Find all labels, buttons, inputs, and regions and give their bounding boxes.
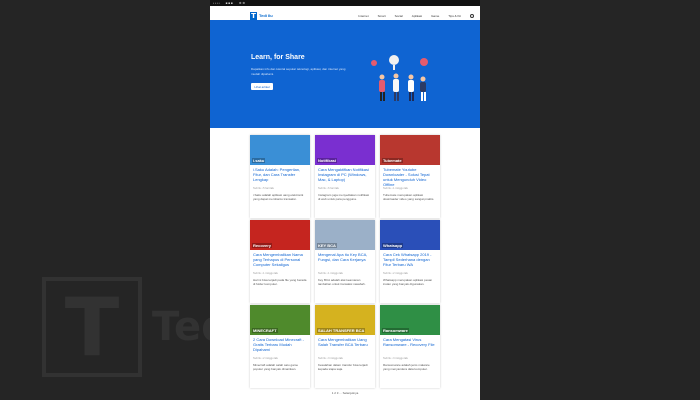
nav-item-smart[interactable]: Smart bbox=[378, 14, 386, 18]
article-title-link[interactable]: Mengenal Apa itu Key BCA, Fungsi, dan Ca… bbox=[315, 250, 375, 272]
article-card[interactable]: Tubemate Tubemate Youtube Downloader - S… bbox=[380, 135, 440, 218]
thumbnail-label: Recovery bbox=[252, 243, 273, 248]
thumbnail-label: MINECRAFT bbox=[252, 328, 278, 333]
hero-banner: Learn, for Share Dapatkan info dan tutor… bbox=[210, 20, 480, 128]
article-thumbnail[interactable]: Ransomware bbox=[380, 305, 440, 335]
nav-item-internet[interactable]: Internet bbox=[358, 14, 368, 18]
thumbnail-label: Ransomware bbox=[382, 328, 409, 333]
article-excerpt: i.Saku adalah aplikasi uang elektronik y… bbox=[253, 193, 304, 201]
status-item: • • • • bbox=[213, 1, 220, 5]
article-grid: i.saku i.Saku Adalah: Pengertian, Fitur,… bbox=[250, 135, 440, 390]
article-excerpt: Key BCA adalah alat keamanan tambahan un… bbox=[318, 278, 366, 286]
article-title-link[interactable]: Cara Mengembalikan Nama yang Terhapus di… bbox=[250, 250, 310, 272]
logo-mark-icon: T bbox=[250, 11, 257, 20]
article-title-link[interactable]: 2 Cara Download Minecraft - Gratis Terba… bbox=[250, 335, 310, 357]
article-title-link[interactable]: i.Saku Adalah: Pengertian, Fitur, dan Ca… bbox=[250, 165, 310, 187]
article-title-link[interactable]: Cara Mengaktifkan Notifikasi Instagram d… bbox=[315, 165, 375, 187]
nav-item-aplikasi[interactable]: Aplikasi bbox=[412, 14, 422, 18]
article-excerpt: Minecraft adalah salah satu game populer… bbox=[253, 363, 299, 371]
article-excerpt: Hal ini bisa terjadi pada file yang bera… bbox=[253, 278, 307, 286]
article-thumbnail[interactable]: Tubemate bbox=[380, 135, 440, 165]
thumbnail-label: Notifikasi bbox=[317, 158, 338, 163]
article-card[interactable]: i.saku i.Saku Adalah: Pengertian, Fitur,… bbox=[250, 135, 310, 218]
hero-subtitle: Dapatkan info dan tutorial seputar tekno… bbox=[251, 67, 346, 76]
site-logo[interactable]: T Tedi Ilu bbox=[250, 11, 273, 20]
article-card[interactable]: Whatsapp Cara Cek Whatsapp 2019 - Tampil… bbox=[380, 220, 440, 303]
nav-item-tips[interactable]: Tips & Kit bbox=[448, 14, 461, 18]
article-card[interactable]: MINECRAFT 2 Cara Download Minecraft - Gr… bbox=[250, 305, 310, 388]
article-title-link[interactable]: Tubemate Youtube Downloader - Solusi Tep… bbox=[380, 165, 440, 187]
article-excerpt: Whatsapp merupakan aplikasi pesan instan… bbox=[383, 278, 433, 286]
main-nav: Internet Smart Social Aplikasi Game Tips… bbox=[358, 13, 474, 18]
hero-title: Learn, for Share bbox=[251, 54, 305, 61]
article-thumbnail[interactable]: Whatsapp bbox=[380, 220, 440, 250]
article-card[interactable]: KEY BCA Mengenal Apa itu Key BCA, Fungsi… bbox=[315, 220, 375, 303]
thumbnail-label: KEY BCA bbox=[317, 243, 337, 248]
nav-item-social[interactable]: Social bbox=[395, 14, 403, 18]
logo-text: Tedi Ilu bbox=[259, 13, 273, 18]
article-card[interactable]: Notifikasi Cara Mengaktifkan Notifikasi … bbox=[315, 135, 375, 218]
status-item: ■ ■ ■ bbox=[225, 1, 233, 5]
people-illustration bbox=[371, 55, 428, 101]
search-icon[interactable] bbox=[470, 13, 474, 18]
article-thumbnail[interactable]: i.saku bbox=[250, 135, 310, 165]
article-thumbnail[interactable]: MINECRAFT bbox=[250, 305, 310, 335]
website-viewport: • • • • ■ ■ ■ ⚙ ⚙ T Tedi Ilu Internet Sm… bbox=[210, 0, 480, 400]
watermark-logo: T bbox=[42, 277, 142, 377]
article-excerpt: Tubemate merupakan aplikasi downloader v… bbox=[383, 193, 435, 201]
article-title-link[interactable]: Cara Mengatasi Virus Ransomware - Recove… bbox=[380, 335, 440, 357]
hero-cta-button[interactable]: Lihat artikel bbox=[251, 83, 273, 90]
status-item: ⚙ ⚙ bbox=[238, 1, 246, 5]
thumbnail-label: i.saku bbox=[252, 158, 266, 163]
article-card[interactable]: Ransomware Cara Mengatasi Virus Ransomwa… bbox=[380, 305, 440, 388]
thumbnail-label: Tubemate bbox=[382, 158, 403, 163]
article-excerpt: Kesalahan dalam transfer bisa terjadi ke… bbox=[318, 363, 368, 371]
article-card[interactable]: Recovery Cara Mengembalikan Nama yang Te… bbox=[250, 220, 310, 303]
article-title-link[interactable]: Cara Cek Whatsapp 2019 - Tampil Sederhan… bbox=[380, 250, 440, 272]
thumbnail-label: Whatsapp bbox=[382, 243, 404, 248]
article-excerpt: Ransomware adalah jenis malware yang men… bbox=[383, 363, 430, 371]
article-thumbnail[interactable]: Notifikasi bbox=[315, 135, 375, 165]
pagination[interactable]: 1 2 3 ... Selanjutnya bbox=[210, 391, 480, 395]
article-thumbnail[interactable]: SALAH TRANSFER BCA bbox=[315, 305, 375, 335]
article-thumbnail[interactable]: KEY BCA bbox=[315, 220, 375, 250]
thumbnail-label: SALAH TRANSFER BCA bbox=[317, 328, 366, 333]
article-excerpt: Instagram juga menyediakan notifikasi di… bbox=[318, 193, 370, 201]
nav-item-game[interactable]: Game bbox=[431, 14, 439, 18]
article-title-link[interactable]: Cara Mengembalikan Uang Salah Transfer B… bbox=[315, 335, 375, 357]
article-card[interactable]: SALAH TRANSFER BCA Cara Mengembalikan Ua… bbox=[315, 305, 375, 388]
article-thumbnail[interactable]: Recovery bbox=[250, 220, 310, 250]
